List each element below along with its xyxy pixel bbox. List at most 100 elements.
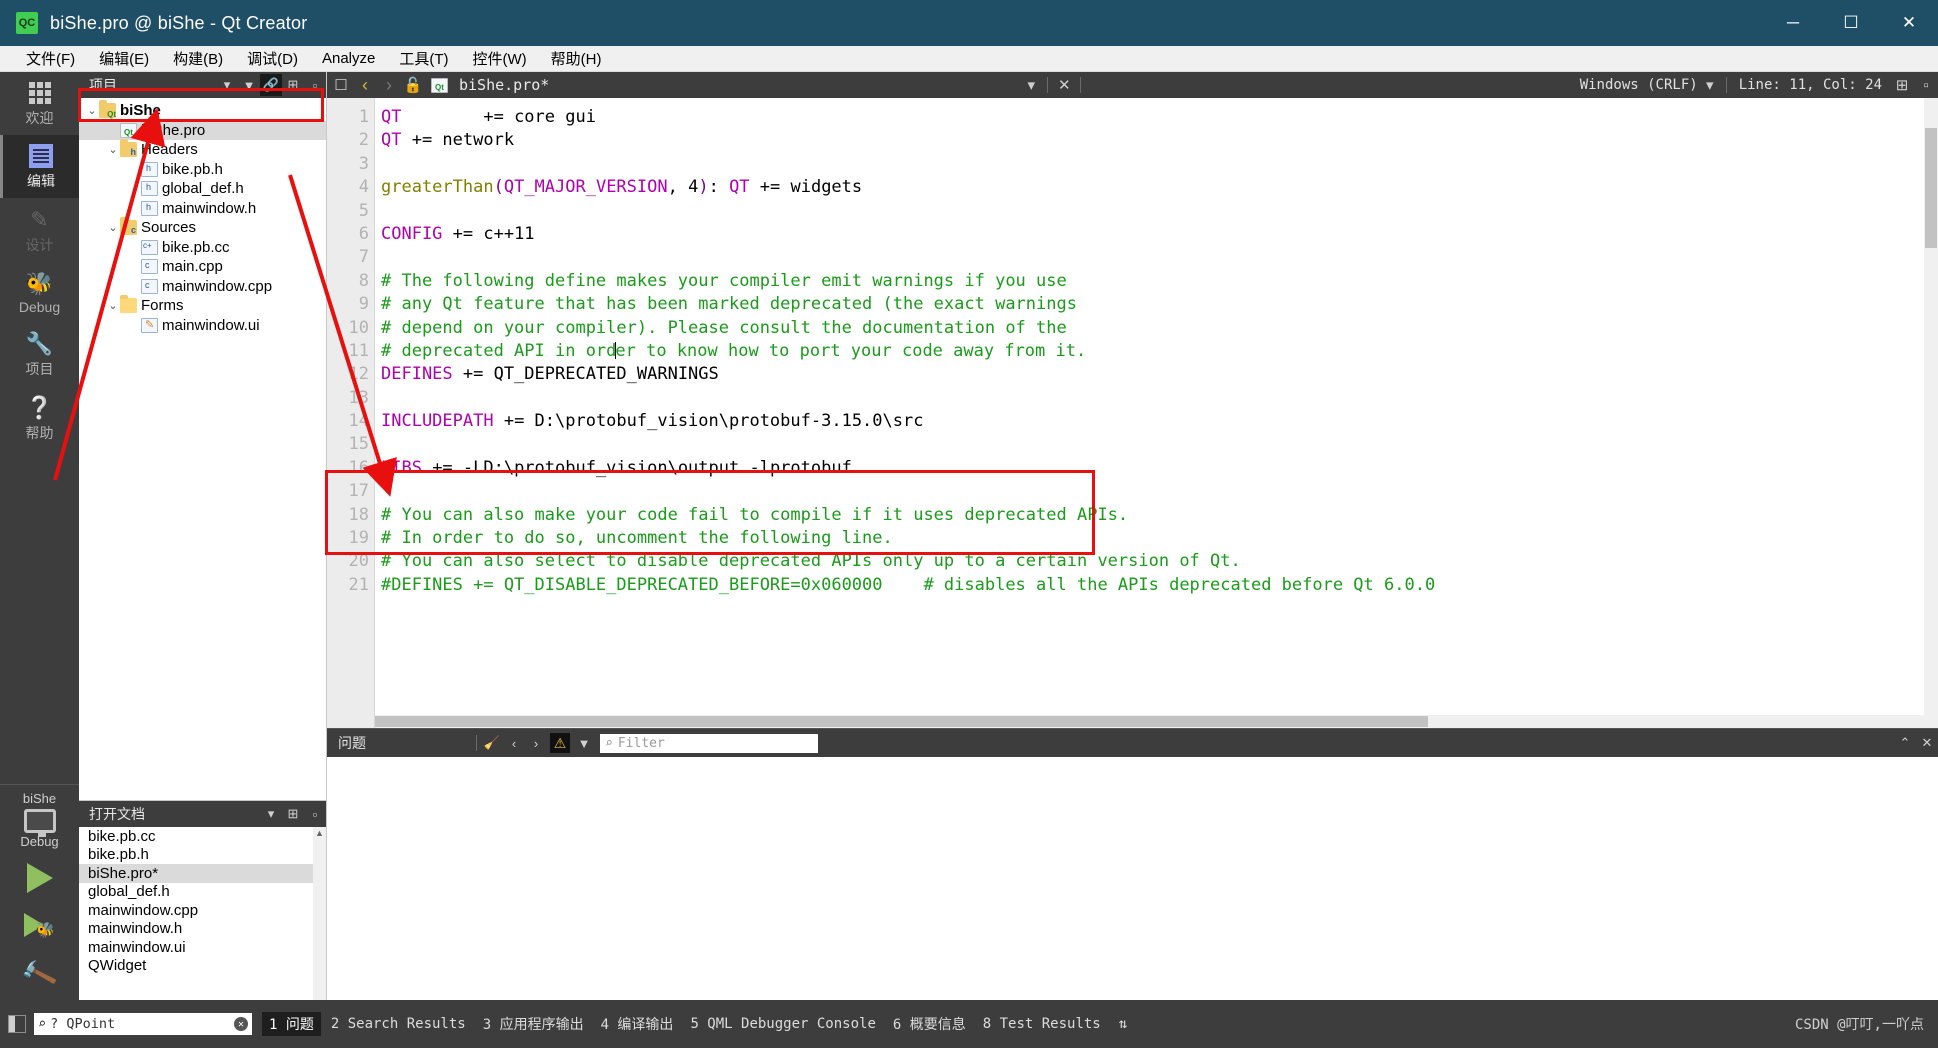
tree-item-sources[interactable]: ⌄ Sources (79, 217, 326, 238)
code-line[interactable]: # deprecated API in order to know how to… (381, 340, 1938, 363)
locator-clear-icon[interactable]: ✕ (234, 1017, 248, 1031)
code-line[interactable] (381, 246, 1938, 269)
opendocs-chevron-down-icon[interactable]: ▾ (260, 803, 282, 825)
link-icon[interactable]: 🔗 (260, 74, 282, 96)
chevron-down-icon[interactable]: ⌄ (85, 104, 99, 117)
go-forward-icon[interactable]: › (377, 73, 401, 97)
tree-item-mainwindow-ui[interactable]: mainwindow.ui (79, 316, 326, 336)
tree-item-bike-pb-h[interactable]: bike.pb.h (79, 160, 326, 180)
open-documents-scrollbar[interactable]: ▲ (313, 827, 326, 1000)
filter-icon[interactable]: ▼ (238, 74, 260, 96)
open-document-mainwindow-cpp[interactable]: mainwindow.cpp (79, 901, 326, 920)
build-button[interactable]: 🔨 (0, 949, 79, 1000)
menu-window[interactable]: 控件(W) (461, 46, 539, 71)
code-line[interactable]: # In order to do so, uncomment the follo… (381, 527, 1938, 550)
tree-item-bishe[interactable]: ⌄ biShe (79, 100, 326, 121)
editor-hscroll-thumb[interactable] (375, 716, 1429, 727)
code-line[interactable]: QT += core gui (381, 106, 1938, 129)
issues-close-icon[interactable]: ✕ (1916, 732, 1938, 754)
chevron-down-icon[interactable]: ▾ (216, 74, 238, 96)
output-tab-qml-debugger-console[interactable]: 5 QML Debugger Console (683, 1014, 882, 1034)
minimize-button[interactable]: ─ (1764, 0, 1822, 46)
editor-split-down-icon[interactable]: ▫ (1914, 73, 1938, 97)
code-content[interactable]: QT += core gui QT += network greaterThan(… (375, 98, 1938, 728)
output-tab--[interactable]: 1 问题 (262, 1012, 321, 1036)
output-updown-icon[interactable]: ⇅ (1112, 1014, 1134, 1034)
menu-tools[interactable]: 工具(T) (387, 46, 460, 71)
unlock-icon[interactable]: 🔓 (401, 73, 425, 97)
close-button[interactable]: ✕ (1880, 0, 1938, 46)
mode-debug[interactable]: 🐝 Debug (0, 262, 79, 322)
output-tab-test-results[interactable]: 8 Test Results (976, 1014, 1108, 1034)
code-line[interactable]: greaterThan(QT_MAJOR_VERSION, 4): QT += … (381, 176, 1938, 199)
code-line[interactable]: DEFINES += QT_DEPRECATED_WARNINGS (381, 363, 1938, 386)
issues-maximize-icon[interactable]: ⌃ (1894, 732, 1916, 754)
chevron-down-icon[interactable]: ⌄ (106, 143, 120, 156)
line-ending-selector[interactable]: Windows (CRLF) (1580, 77, 1698, 93)
code-line[interactable]: # You can also select to disable depreca… (381, 550, 1938, 573)
open-document-bishe-pro-[interactable]: biShe.pro* (79, 864, 326, 883)
editor-split-icon[interactable]: ☐ (329, 73, 353, 97)
issues-list[interactable] (327, 757, 1938, 1000)
tree-item-headers[interactable]: ⌄ Headers (79, 139, 326, 160)
file-dropdown-icon[interactable]: ▾ (1019, 73, 1043, 97)
menu-analyze[interactable]: Analyze (310, 48, 387, 69)
output-tab--[interactable]: 6 概要信息 (886, 1012, 973, 1036)
open-document-qwidget[interactable]: QWidget (79, 957, 326, 976)
collapse-icon[interactable]: ▫ (304, 74, 326, 96)
mode-help[interactable]: ❔ 帮助 (0, 386, 79, 450)
code-line[interactable] (381, 387, 1938, 410)
issues-filter-input[interactable]: ⌕ Filter (600, 733, 818, 753)
tree-item-main-cpp[interactable]: main.cpp (79, 257, 326, 277)
menu-file[interactable]: 文件(F) (14, 46, 87, 71)
open-documents-list[interactable]: ▲ bike.pb.cc bike.pb.h biShe.pro* global_de… (79, 827, 326, 1000)
menu-edit[interactable]: 编辑(E) (87, 46, 161, 71)
opendocs-split-icon[interactable]: ⊞ (282, 803, 304, 825)
tree-item-mainwindow-cpp[interactable]: mainwindow.cpp (79, 277, 326, 297)
issues-filter-icon[interactable]: ▼ (573, 732, 595, 754)
tree-item-bishe-pro[interactable]: biShe.pro (79, 120, 326, 140)
tree-item-bike-pb-cc[interactable]: bike.pb.cc (79, 238, 326, 258)
mode-projects[interactable]: 🔧 项目 (0, 322, 79, 386)
sidebar-toggle-icon[interactable] (8, 1015, 26, 1033)
open-document-mainwindow-ui[interactable]: mainwindow.ui (79, 938, 326, 957)
run-button[interactable] (0, 853, 79, 903)
go-back-icon[interactable]: ‹ (353, 73, 377, 97)
code-line[interactable] (381, 480, 1938, 503)
mode-edit[interactable]: 编辑 (0, 135, 79, 198)
editor-vscroll-thumb[interactable] (1925, 128, 1937, 248)
open-document-bike-pb-h[interactable]: bike.pb.h (79, 846, 326, 865)
code-line[interactable]: # You can also make your code fail to co… (381, 504, 1938, 527)
code-line[interactable]: LIBS += -LD:\protobuf_vision\output -lpr… (381, 457, 1938, 480)
open-document-bike-pb-cc[interactable]: bike.pb.cc (79, 827, 326, 846)
menu-help[interactable]: 帮助(H) (539, 46, 614, 71)
maximize-button[interactable]: ☐ (1822, 0, 1880, 46)
current-file-indicator[interactable]: biShe.pro* (431, 76, 549, 94)
chevron-down-icon[interactable]: ⌄ (106, 221, 120, 234)
code-line[interactable]: # any Qt feature that has been marked de… (381, 293, 1938, 316)
output-tab--[interactable]: 3 应用程序输出 (476, 1012, 591, 1036)
code-line[interactable]: INCLUDEPATH += D:\protobuf_vision\protob… (381, 410, 1938, 433)
code-line[interactable]: CONFIG += c++11 (381, 223, 1938, 246)
editor-horizontal-scrollbar[interactable] (375, 715, 1924, 728)
encoding-dropdown-icon[interactable]: ▾ (1698, 73, 1722, 97)
code-line[interactable]: # depend on your compiler). Please consu… (381, 317, 1938, 340)
editor-split-right-icon[interactable]: ⊞ (1890, 73, 1914, 97)
menu-debug[interactable]: 调试(D) (235, 46, 310, 71)
kit-selector[interactable]: biShe Debug (0, 784, 79, 853)
output-tab-search-results[interactable]: 2 Search Results (324, 1014, 473, 1034)
output-tab--[interactable]: 4 编译输出 (594, 1012, 681, 1036)
code-line[interactable]: #DEFINES += QT_DISABLE_DEPRECATED_BEFORE… (381, 574, 1938, 597)
code-line[interactable]: QT += network (381, 129, 1938, 152)
menu-build[interactable]: 构建(B) (161, 46, 235, 71)
code-line[interactable]: # The following define makes your compil… (381, 270, 1938, 293)
editor-vertical-scrollbar[interactable] (1924, 98, 1938, 728)
code-line[interactable] (381, 200, 1938, 223)
start-debugging-button[interactable]: 🐝 (0, 903, 79, 949)
issue-next-icon[interactable]: › (525, 732, 547, 754)
scroll-up-icon[interactable]: ▲ (313, 827, 326, 840)
close-document-icon[interactable]: ✕ (1052, 73, 1076, 97)
locator-input[interactable]: ⌕ ? QPoint ✕ (34, 1013, 252, 1035)
split-icon[interactable]: ⊞ (282, 74, 304, 96)
code-line[interactable] (381, 433, 1938, 456)
